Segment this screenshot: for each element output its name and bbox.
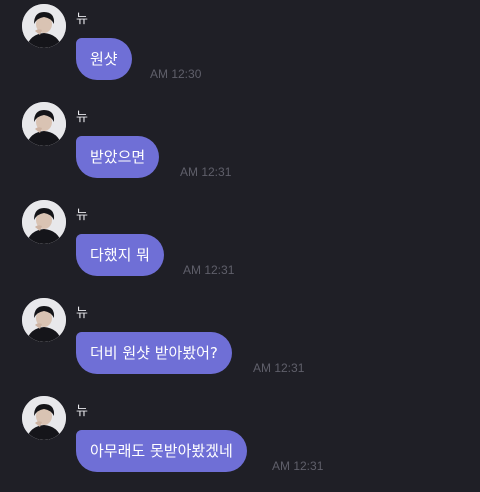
chat-thread: 뉴 원샷 AM 12:30 뉴 받았으면 AM 12:31 뉴 다했지 뭐 AM… xyxy=(0,0,480,490)
avatar[interactable] xyxy=(22,298,66,342)
avatar[interactable] xyxy=(22,4,66,48)
message-timestamp: AM 12:31 xyxy=(272,459,324,473)
avatar[interactable] xyxy=(22,200,66,244)
message-bubble: 받았으면 xyxy=(76,136,160,178)
avatar[interactable] xyxy=(22,102,66,146)
profile-photo-icon xyxy=(22,298,66,342)
message-timestamp: AM 12:31 xyxy=(183,263,235,277)
message-timestamp: AM 12:30 xyxy=(150,67,202,81)
sender-name: 뉴 xyxy=(76,404,88,419)
message-row: 뉴 더비 원샷 받아봤어? AM 12:31 xyxy=(0,298,480,394)
profile-photo-icon xyxy=(22,102,66,146)
sender-name: 뉴 xyxy=(76,12,88,27)
message-bubble: 더비 원샷 받아봤어? xyxy=(76,332,232,374)
message-timestamp: AM 12:31 xyxy=(180,165,232,179)
message-row: 뉴 다했지 뭐 AM 12:31 xyxy=(0,200,480,296)
profile-photo-icon xyxy=(22,200,66,244)
sender-name: 뉴 xyxy=(76,208,88,223)
message-bubble: 다했지 뭐 xyxy=(76,234,164,276)
sender-name: 뉴 xyxy=(76,110,88,125)
message-timestamp: AM 12:31 xyxy=(253,361,305,375)
profile-photo-icon xyxy=(22,4,66,48)
message-row: 뉴 아무래도 못받아봤겠네 AM 12:31 xyxy=(0,396,480,492)
message-row: 뉴 원샷 AM 12:30 xyxy=(0,4,480,100)
sender-name: 뉴 xyxy=(76,306,88,321)
message-bubble: 원샷 xyxy=(76,38,132,80)
profile-photo-icon xyxy=(22,396,66,440)
message-row: 뉴 받았으면 AM 12:31 xyxy=(0,102,480,198)
message-bubble: 아무래도 못받아봤겠네 xyxy=(76,430,247,472)
avatar[interactable] xyxy=(22,396,66,440)
